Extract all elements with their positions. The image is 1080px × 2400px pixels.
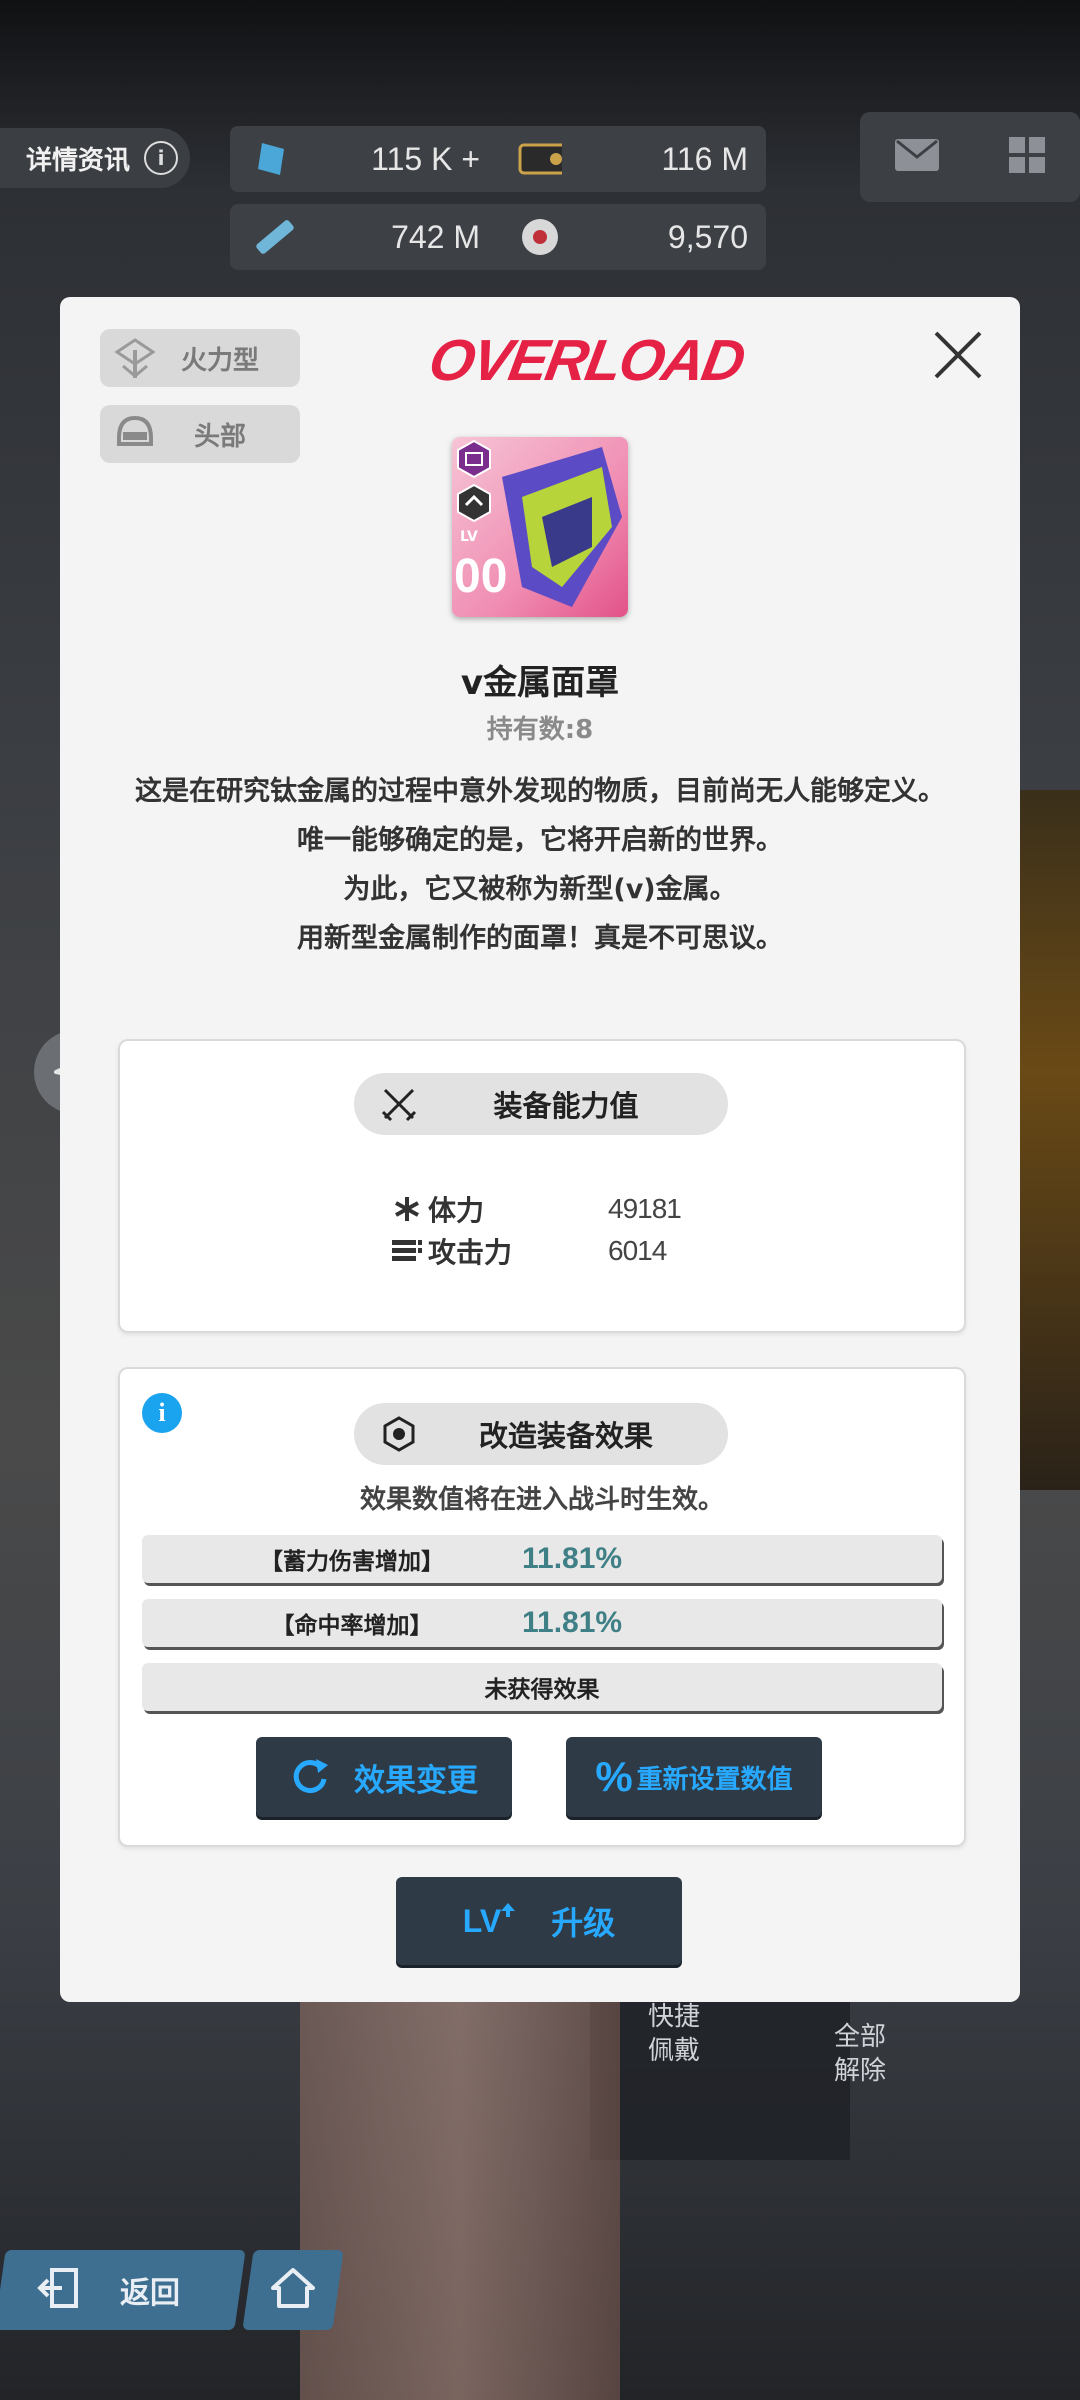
upgrade-label: 升级 <box>551 1904 616 1942</box>
item-level: 00 <box>454 550 508 603</box>
resource-bar-top: 115 K + 116 M <box>230 126 766 192</box>
exit-icon <box>36 2266 80 2314</box>
effects-note: 效果数值将在进入战斗时生效。 <box>359 1485 724 1515</box>
grid-menu-icon[interactable] <box>1007 135 1047 179</box>
firepower-badge-icon <box>457 483 491 523</box>
change-effect-button[interactable]: 效果变更 <box>256 1737 512 1817</box>
asterisk-icon <box>390 1195 424 1223</box>
details-info-label: 详情资讯 <box>26 145 131 176</box>
stat-value: 6014 <box>608 1235 667 1266</box>
resource-battery-value: 742 M <box>391 218 480 255</box>
core-dust-icon <box>518 217 562 257</box>
description-line: 为此，它又被称为新型(v)金属。 <box>343 874 737 905</box>
battery-data-icon <box>250 217 294 257</box>
quick-equip-button[interactable]: 快捷 佩戴 <box>594 2000 754 2068</box>
resource-crystal[interactable]: 115 K + <box>230 139 498 179</box>
effect-value: 11.81% <box>522 1606 623 1639</box>
mail-icon[interactable] <box>893 137 941 177</box>
resource-battery[interactable]: 742 M <box>230 217 498 257</box>
effects-panel: i 改造装备效果 效果数值将在进入战斗时生效。 【蓄力伤害增加】 11.81% … <box>118 1367 966 1847</box>
effect-name: 【蓄力伤害增加】 <box>260 1549 444 1575</box>
class-tag: 火力型 <box>100 329 300 387</box>
item-name: v金属面罩 <box>460 663 620 703</box>
back-label: 返回 <box>120 2276 180 2311</box>
resource-credit-value: 116 M <box>661 140 748 177</box>
crossed-swords-icon <box>354 1084 444 1124</box>
item-description: 这是在研究钛金属的过程中意外发现的物质，目前尚无人能够定义。 唯一能够确定的是，… <box>115 767 965 963</box>
resource-crystal-value: 115 K + <box>371 140 480 177</box>
resource-core-dust[interactable]: 9,570 <box>498 217 766 257</box>
effect-row: 【命中率增加】 11.81% <box>142 1599 942 1647</box>
stat-row-attack: 攻击力 6014 <box>390 1231 667 1271</box>
effects-header: 改造装备效果 <box>354 1403 728 1465</box>
description-line: 唯一能够确定的是，它将开启新的世界。 <box>297 825 783 856</box>
unequip-all-button[interactable]: 全部 解除 <box>780 2020 940 2088</box>
stat-value: 49181 <box>608 1193 682 1224</box>
close-icon <box>934 331 982 379</box>
back-button[interactable]: 返回 <box>0 2250 246 2330</box>
close-button[interactable] <box>930 327 986 383</box>
level-up-icon: LV <box>462 1902 516 1940</box>
effect-name: 未获得效果 <box>484 1677 600 1703</box>
resource-core-dust-value: 9,570 <box>667 218 748 255</box>
change-effect-label: 效果变更 <box>354 1762 478 1799</box>
info-icon[interactable]: i <box>142 1393 182 1433</box>
class-tag-label: 火力型 <box>180 345 259 376</box>
resource-bar-bottom: 742 M 9,570 <box>230 204 766 270</box>
home-icon <box>271 2268 315 2312</box>
refresh-icon <box>290 1755 330 1799</box>
reset-values-label: 重新设置数值 <box>636 1764 793 1795</box>
stats-panel: 装备能力值 体力 49181 攻击力 6014 <box>118 1039 966 1333</box>
stat-label: 攻击力 <box>428 1236 513 1269</box>
rarity-badge-icon <box>457 439 491 479</box>
background-character-legs <box>300 1980 620 2400</box>
effect-value: 11.81% <box>522 1542 623 1575</box>
stat-label: 体力 <box>428 1194 485 1227</box>
slot-tag: 头部 <box>100 405 300 463</box>
effects-title: 改造装备效果 <box>478 1419 653 1453</box>
resource-credit[interactable]: 116 M <box>498 139 766 179</box>
home-button[interactable] <box>242 2250 344 2330</box>
crystal-icon <box>250 139 294 179</box>
upgrade-prefix: LV <box>462 1902 502 1939</box>
stats-title: 装备能力值 <box>493 1089 639 1123</box>
slot-tag-label: 头部 <box>193 421 246 452</box>
effect-row: 【蓄力伤害增加】 11.81% <box>142 1535 942 1583</box>
modify-gear-icon <box>354 1416 444 1452</box>
effect-name: 【命中率增加】 <box>271 1613 433 1639</box>
description-line: 这是在研究钛金属的过程中意外发现的物质，目前尚无人能够定义。 <box>135 776 945 807</box>
item-level-prefix: LV <box>460 529 478 545</box>
stat-row-hp: 体力 49181 <box>390 1189 682 1229</box>
firepower-class-icon <box>100 336 170 380</box>
ammo-icon <box>390 1237 424 1265</box>
head-slot-icon <box>100 414 170 454</box>
upgrade-button[interactable]: LV 升级 <box>396 1877 682 1965</box>
item-card: LV 00 <box>452 437 628 617</box>
percent-icon: % <box>595 1753 633 1800</box>
owned-count: 持有数:8 <box>486 715 594 745</box>
reset-values-button[interactable]: % 重新设置数值 <box>566 1737 822 1817</box>
overload-logo: OVERLOAD <box>424 328 749 393</box>
equipment-detail-modal: 火力型 头部 OVERLOAD LV 00 v金属面罩 持有数:8 这是在研究钛… <box>60 297 1020 2002</box>
top-right-menu <box>860 112 1080 202</box>
credit-card-icon <box>518 139 562 179</box>
stats-header: 装备能力值 <box>354 1073 728 1135</box>
details-info-button[interactable]: 详情资讯 i <box>0 128 190 188</box>
info-icon: i <box>144 141 179 175</box>
description-line: 用新型金属制作的面罩！真是不可思议。 <box>297 923 783 954</box>
effect-row: 未获得效果 <box>142 1663 942 1711</box>
